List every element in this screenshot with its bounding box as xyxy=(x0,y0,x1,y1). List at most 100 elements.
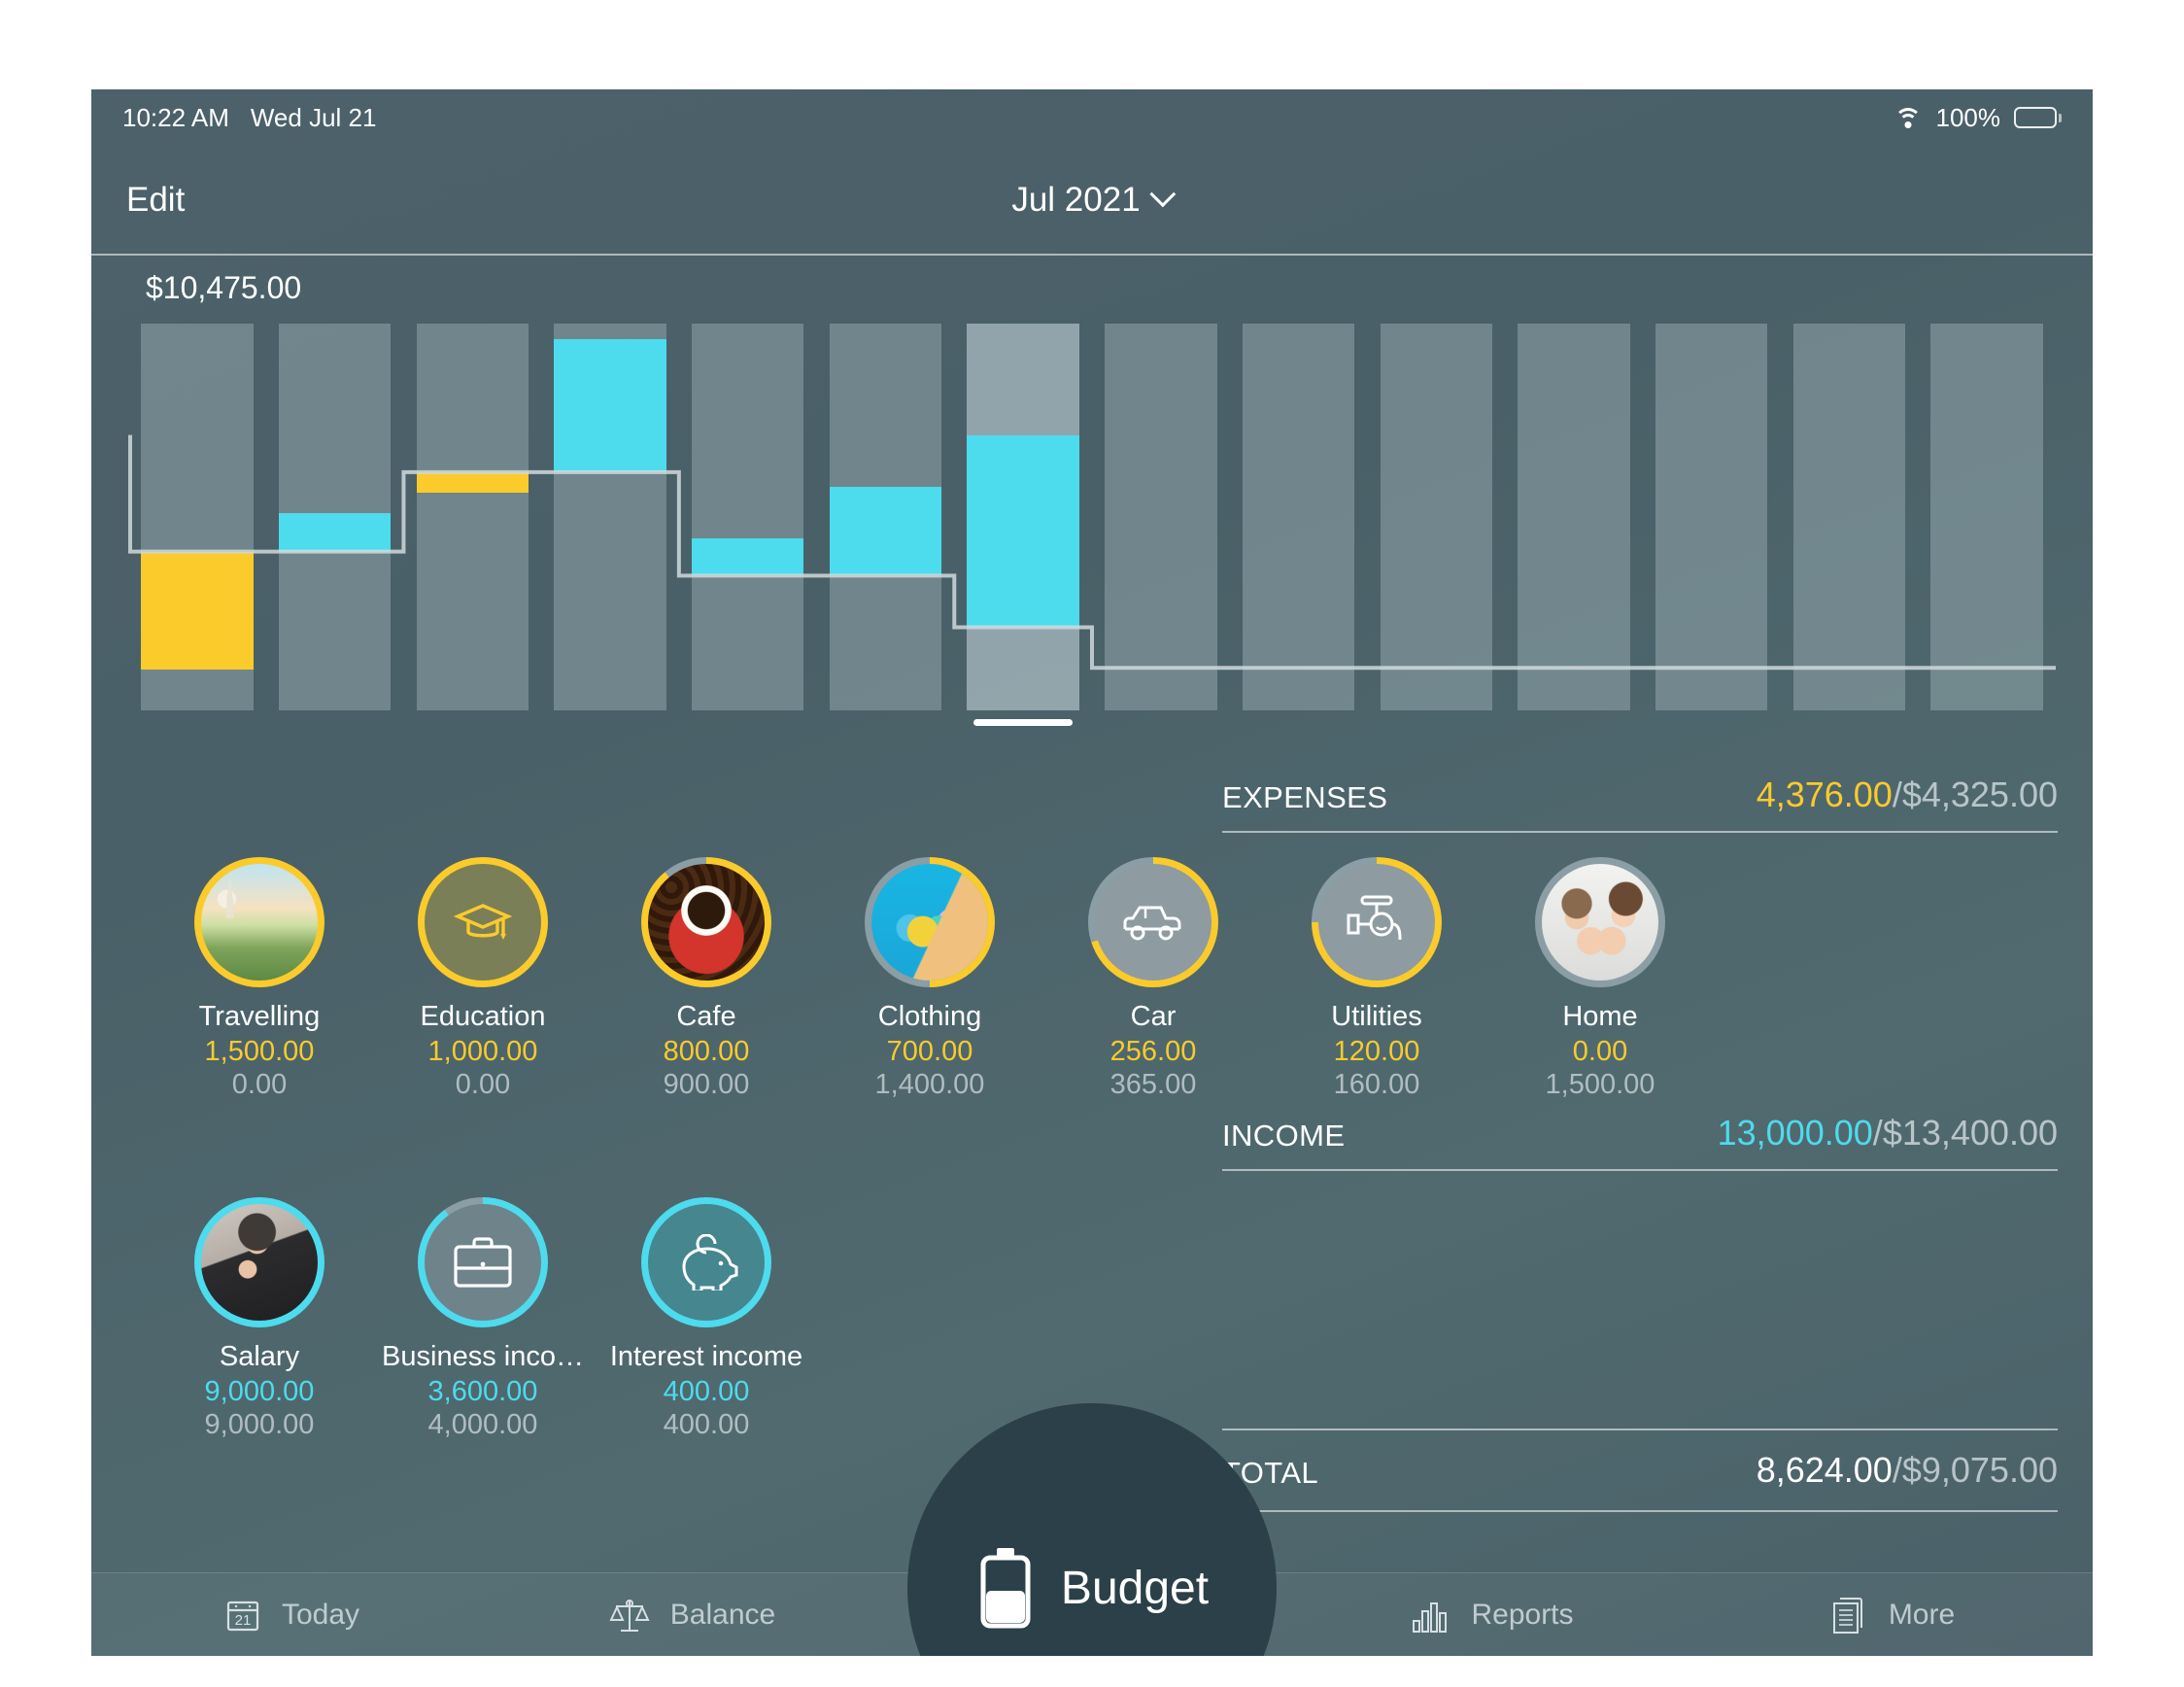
status-bar-right: 100% xyxy=(1894,102,2062,133)
month-selector[interactable]: Jul 2021 xyxy=(1011,180,1177,220)
category-progress-ring xyxy=(1088,857,1218,987)
category-name: Business inco… xyxy=(382,1341,584,1372)
piggy-bank-icon xyxy=(648,1204,765,1321)
tab-balance[interactable]: Balance xyxy=(492,1594,892,1636)
category-tile[interactable]: Clothing 700.00 1,400.00 xyxy=(818,857,1041,1101)
bar-chart-icon xyxy=(1413,1601,1448,1633)
total-values: 8,624.00/$9,075.00 xyxy=(1757,1450,2058,1491)
chart-bar[interactable] xyxy=(691,324,804,710)
wifi-icon xyxy=(1894,106,1923,129)
chart-bar[interactable] xyxy=(1655,324,1768,710)
status-time: 10:22 AM xyxy=(122,102,229,132)
chart-bar-income-segment xyxy=(691,538,804,576)
income-separator: / xyxy=(1872,1113,1883,1153)
category-name: Travelling xyxy=(198,1001,321,1032)
chart-bar[interactable] xyxy=(554,324,666,710)
chart-bar[interactable] xyxy=(829,324,942,710)
expenses-actual: 4,376.00 xyxy=(1756,775,1893,814)
expense-category-grid: Travelling 1,500.00 0.00 Education 1,000.00 0… xyxy=(91,857,2093,1129)
total-summary-row[interactable]: TOTAL 8,624.00/$9,075.00 xyxy=(1222,1450,2058,1491)
chart-bar-expense-segment xyxy=(141,551,254,671)
tab-more[interactable]: More xyxy=(1692,1594,2093,1636)
category-progress-ring xyxy=(418,857,548,987)
category-progress-ring xyxy=(194,1197,324,1327)
category-planned: 4,000.00 xyxy=(427,1409,538,1440)
status-bar-left: 10:22 AM Wed Jul 21 xyxy=(122,103,376,133)
expenses-summary-row[interactable]: EXPENSES 4,376.00/$4,325.00 xyxy=(1222,775,2058,815)
category-name: Cafe xyxy=(676,1001,736,1032)
chart-bar[interactable] xyxy=(1518,324,1630,710)
chart-bar[interactable] xyxy=(278,324,392,710)
category-planned: 400.00 xyxy=(663,1409,750,1440)
chart-bars-container xyxy=(91,256,2093,761)
chart-bar-income-segment xyxy=(967,434,1079,628)
income-summary-row[interactable]: INCOME 13,000.00/$13,400.00 xyxy=(1222,1113,2058,1153)
category-amount: 400.00 xyxy=(663,1376,750,1407)
chart-bar[interactable] xyxy=(1105,324,1217,710)
family-photo-icon xyxy=(1542,864,1658,981)
tab-reports-label: Reports xyxy=(1471,1598,1574,1631)
category-planned: 160.00 xyxy=(1333,1069,1420,1100)
category-tile[interactable]: Travelling 1,500.00 0.00 xyxy=(148,857,371,1101)
month-selector-label: Jul 2021 xyxy=(1011,180,1141,219)
balance-chart: $10,475.00 xyxy=(91,256,2093,761)
category-tile[interactable]: Salary 9,000.00 9,000.00 xyxy=(148,1197,371,1441)
category-amount: 1,500.00 xyxy=(204,1036,315,1067)
chart-bar[interactable] xyxy=(141,324,254,710)
category-planned: 1,500.00 xyxy=(1545,1069,1655,1100)
category-amount: 700.00 xyxy=(886,1036,973,1067)
expenses-label: EXPENSES xyxy=(1222,780,1388,814)
chart-bar[interactable] xyxy=(1242,324,1355,710)
category-progress-ring xyxy=(194,857,324,987)
category-progress-ring xyxy=(641,1197,771,1327)
category-amount: 800.00 xyxy=(663,1036,750,1067)
status-bar: 10:22 AM Wed Jul 21 100% xyxy=(91,89,2093,146)
total-planned: $9,075.00 xyxy=(1901,1450,2058,1490)
navigation-bar: Edit Jul 2021 xyxy=(91,146,2093,256)
category-tile[interactable]: Car 256.00 365.00 xyxy=(1041,857,1265,1101)
category-tile[interactable]: Utilities 120.00 160.00 xyxy=(1265,857,1488,1101)
calendar-icon: 21 xyxy=(226,1601,259,1631)
income-divider xyxy=(1222,1169,2058,1171)
category-tile[interactable]: Home 0.00 1,500.00 xyxy=(1488,857,1712,1101)
graduation-cap-icon xyxy=(425,864,541,981)
chart-bar[interactable] xyxy=(967,324,1079,710)
travel-photo-icon xyxy=(201,864,318,981)
chart-bar-income-segment xyxy=(278,512,392,552)
expenses-separator: / xyxy=(1892,775,1902,814)
status-date: Wed Jul 21 xyxy=(250,102,377,132)
tab-today[interactable]: 21 Today xyxy=(91,1596,492,1635)
income-values: 13,000.00/$13,400.00 xyxy=(1718,1113,2058,1153)
category-amount: 1,000.00 xyxy=(427,1036,538,1067)
chart-bar[interactable] xyxy=(416,324,529,710)
chart-bar[interactable] xyxy=(1792,324,1906,710)
battery-percent-label: 100% xyxy=(1935,102,2001,132)
category-tile[interactable]: Interest income 400.00 400.00 xyxy=(595,1197,818,1441)
chart-bar[interactable] xyxy=(1930,324,2043,710)
scales-icon xyxy=(609,1599,650,1632)
tab-reports[interactable]: Reports xyxy=(1292,1596,1692,1635)
category-name: Clothing xyxy=(877,1001,982,1032)
chart-bar[interactable] xyxy=(1380,324,1493,710)
category-amount: 256.00 xyxy=(1109,1036,1197,1067)
total-actual: 8,624.00 xyxy=(1756,1450,1893,1490)
category-tile[interactable]: Business inco… 3,600.00 4,000.00 xyxy=(371,1197,595,1441)
edit-button[interactable]: Edit xyxy=(126,181,185,220)
total-separator: / xyxy=(1892,1450,1902,1490)
chart-bar-income-segment xyxy=(554,339,666,472)
category-planned: 365.00 xyxy=(1109,1069,1197,1100)
chart-bar-expense-segment xyxy=(416,471,529,494)
category-name: Car xyxy=(1130,1001,1177,1032)
category-name: Interest income xyxy=(609,1341,803,1372)
category-tile[interactable]: Education 1,000.00 0.00 xyxy=(371,857,595,1101)
battery-budget-icon xyxy=(980,1548,1031,1629)
category-amount: 9,000.00 xyxy=(204,1376,315,1407)
tab-more-label: More xyxy=(1888,1598,1956,1631)
category-planned: 0.00 xyxy=(231,1069,288,1100)
documents-icon xyxy=(1832,1597,1862,1634)
category-progress-ring xyxy=(418,1197,548,1327)
category-name: Home xyxy=(1562,1001,1638,1032)
category-tile[interactable]: Cafe 800.00 900.00 xyxy=(595,857,818,1101)
car-icon xyxy=(1095,864,1211,981)
category-progress-ring xyxy=(1535,857,1665,987)
